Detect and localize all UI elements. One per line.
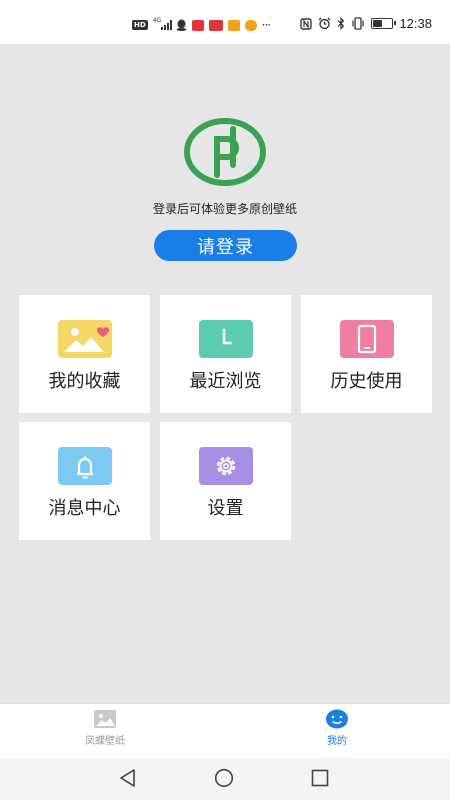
tile-label-favorites: 我的收藏: [48, 371, 121, 392]
system-nav-bar: [0, 758, 450, 800]
chat-icon: [244, 19, 257, 31]
tile-recent[interactable]: 最近浏览: [160, 295, 291, 413]
alarm-icon: [318, 17, 331, 30]
status-system: 12:38: [300, 16, 432, 31]
gear-icon: [198, 447, 253, 485]
back-icon[interactable]: [119, 768, 137, 788]
wallet-icon: [208, 19, 223, 31]
signal-icon: 4G: [152, 17, 172, 30]
network-label: 4G: [152, 17, 162, 24]
phone-icon: [339, 320, 394, 358]
image-heart-icon: [57, 320, 112, 358]
news-icon: [227, 19, 240, 31]
tile-label-messages: 消息中心: [48, 498, 121, 519]
nav-item-wallpapers[interactable]: 凤蝶壁纸: [85, 709, 125, 747]
status-notifications: HD 4G ···: [132, 17, 272, 32]
login-tagline: 登录后可体验更多原创壁纸: [152, 202, 297, 216]
status-bar: HD 4G ··· 12:38: [0, 0, 450, 44]
vibrate-icon: [352, 17, 365, 30]
tile-messages[interactable]: 消息中心: [19, 422, 150, 540]
more-dots-icon: ···: [261, 18, 272, 32]
status-time: 12:38: [399, 16, 432, 31]
tile-history[interactable]: 历史使用: [301, 295, 432, 413]
bottom-nav: 凤蝶壁纸 我的: [0, 703, 450, 758]
clock-icon: [198, 320, 253, 358]
tile-favorites[interactable]: 我的收藏: [19, 295, 150, 413]
home-icon[interactable]: [214, 768, 234, 788]
qq-icon: [176, 19, 187, 31]
nav-label-wallpapers: 凤蝶壁纸: [85, 736, 125, 747]
nav-item-mine[interactable]: 我的: [325, 709, 349, 747]
login-button[interactable]: 请登录: [154, 230, 297, 261]
battery-icon: [371, 18, 397, 29]
nfc-icon: [300, 17, 313, 30]
recents-icon[interactable]: [311, 768, 329, 788]
mail-icon: [191, 19, 204, 31]
smiley-icon: [326, 709, 348, 729]
app-logo-icon: [184, 118, 266, 186]
tile-settings[interactable]: 设置: [160, 422, 291, 540]
hd-icon: HD: [132, 20, 148, 30]
bluetooth-icon: [338, 17, 345, 30]
nav-label-mine: 我的: [327, 736, 347, 747]
tile-label-history: 历史使用: [330, 371, 403, 392]
image-icon: [94, 710, 116, 728]
bell-icon: [57, 447, 112, 485]
tile-label-recent: 最近浏览: [189, 371, 262, 392]
tile-label-settings: 设置: [207, 498, 244, 519]
